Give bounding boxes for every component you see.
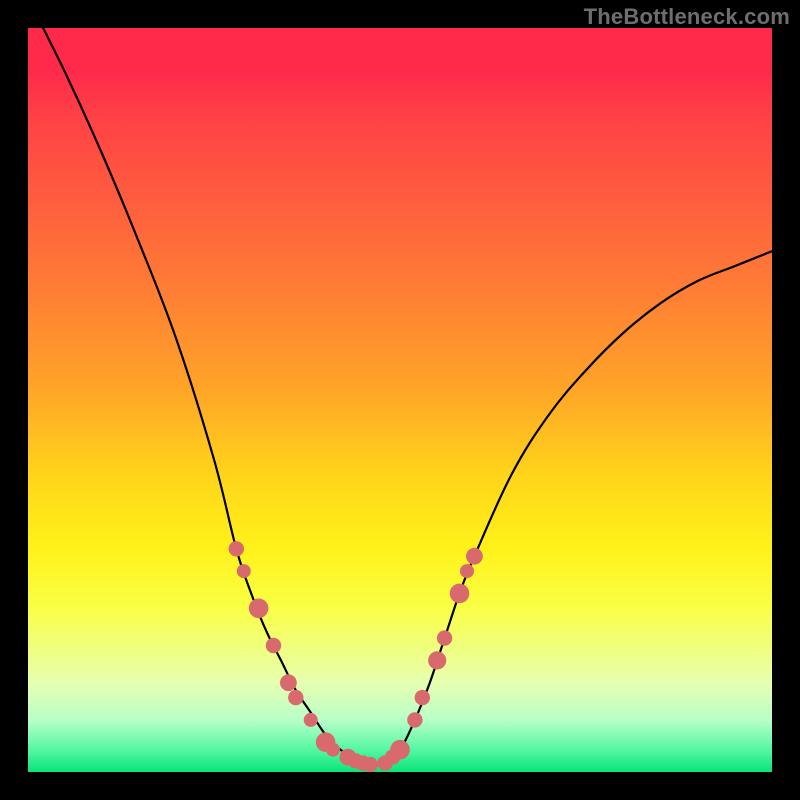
- data-marker: [280, 674, 297, 691]
- watermark-text: TheBottleneck.com: [584, 4, 790, 30]
- data-marker: [266, 638, 281, 653]
- data-marker: [428, 651, 446, 669]
- data-marker: [460, 564, 474, 578]
- data-marker: [415, 690, 430, 705]
- data-marker: [466, 548, 483, 565]
- data-marker: [326, 743, 340, 757]
- bottleneck-curve: [28, 28, 772, 765]
- data-marker: [229, 541, 244, 556]
- data-marker: [237, 564, 251, 578]
- chart-frame: TheBottleneck.com: [0, 0, 800, 800]
- data-marker: [304, 713, 318, 727]
- plot-area: [28, 28, 772, 772]
- data-marker: [437, 630, 452, 645]
- data-marker: [390, 740, 410, 760]
- data-marker: [407, 712, 422, 727]
- data-marker: [249, 599, 269, 619]
- curve-layer: [28, 28, 772, 772]
- data-marker: [450, 584, 470, 604]
- marker-group: [229, 541, 483, 772]
- data-marker: [363, 757, 378, 772]
- data-marker: [288, 690, 303, 705]
